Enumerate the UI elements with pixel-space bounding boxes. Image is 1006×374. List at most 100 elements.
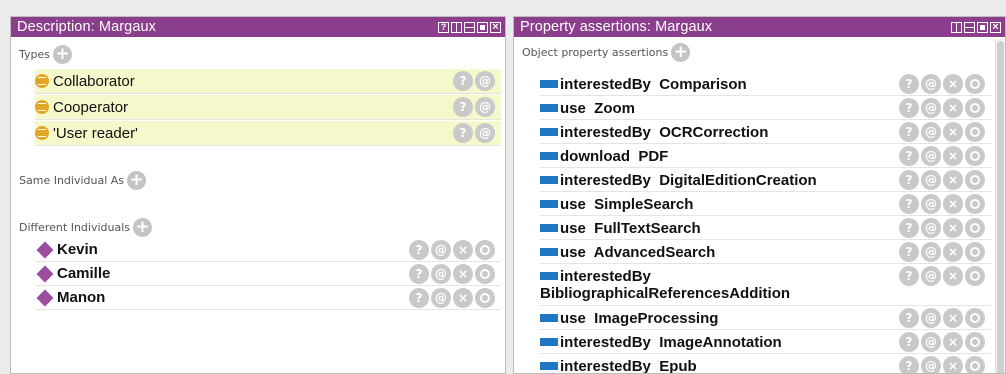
annotate-button[interactable]: @ [921, 356, 941, 373]
scrollbar-thumb[interactable] [997, 41, 1004, 373]
property-assertion-row[interactable]: download PDF? @ × [540, 144, 991, 168]
help-button[interactable]: ? [899, 98, 919, 118]
delete-button[interactable]: × [453, 264, 473, 284]
assertion-label: interestedBy Epub [560, 358, 697, 374]
help-button[interactable]: ? [409, 288, 429, 308]
individual-row[interactable]: Manon ? @ × [35, 286, 501, 310]
property-assertion-row[interactable]: interestedBy Epub? @ × [540, 354, 991, 374]
delete-button[interactable]: × [943, 170, 963, 190]
delete-button[interactable]: × [453, 288, 473, 308]
edit-button[interactable] [965, 266, 985, 286]
help-button[interactable]: ? [899, 356, 919, 373]
edit-button[interactable] [965, 332, 985, 352]
help-button[interactable]: ? [899, 74, 919, 94]
edit-button[interactable] [965, 98, 985, 118]
annotate-button[interactable]: @ [921, 122, 941, 142]
property-assertion-row[interactable]: interestedBy ImageAnnotation? @ × [540, 330, 991, 354]
help-button[interactable]: ? [453, 123, 473, 143]
help-button[interactable]: ? [409, 240, 429, 260]
edit-button[interactable] [475, 288, 495, 308]
delete-button[interactable]: × [453, 240, 473, 260]
property-assertion-row[interactable]: use AdvancedSearch? @ × [540, 240, 991, 264]
close-icon[interactable] [490, 21, 501, 33]
annotate-button[interactable]: @ [921, 308, 941, 328]
help-button[interactable]: ? [453, 97, 473, 117]
annotate-button[interactable]: @ [921, 74, 941, 94]
minimize-icon[interactable] [464, 21, 475, 33]
delete-button[interactable]: × [943, 146, 963, 166]
annotate-button[interactable]: @ [921, 266, 941, 286]
type-row[interactable]: Collaborator ? @ [35, 69, 501, 94]
add-same-individual-button[interactable]: + [127, 170, 147, 190]
edit-button[interactable] [965, 146, 985, 166]
maximize-icon[interactable] [977, 21, 988, 33]
edit-button[interactable] [965, 74, 985, 94]
property-assertion-row[interactable]: use FullTextSearch? @ × [540, 216, 991, 240]
annotate-button[interactable]: @ [475, 97, 495, 117]
property-assertion-row[interactable]: use Zoom? @ × [540, 96, 991, 120]
delete-button[interactable]: × [943, 74, 963, 94]
add-type-button[interactable]: + [53, 44, 72, 64]
property-assertion-row[interactable]: use SimpleSearch? @ × [540, 192, 991, 216]
help-button[interactable]: ? [899, 194, 919, 214]
help-button[interactable]: ? [453, 71, 473, 91]
individual-row[interactable]: Camille ? @ × [35, 262, 501, 286]
add-different-individual-button[interactable]: + [133, 217, 153, 237]
split-view-icon[interactable] [451, 21, 462, 33]
help-button[interactable]: ? [899, 146, 919, 166]
annotate-button[interactable]: @ [475, 123, 495, 143]
property-assertion-row[interactable]: interestedBy BibliographicalReferencesAdd… [540, 264, 991, 306]
edit-button[interactable] [965, 170, 985, 190]
edit-button[interactable] [965, 122, 985, 142]
annotate-button[interactable]: @ [921, 194, 941, 214]
edit-button[interactable] [965, 356, 985, 373]
help-button[interactable]: ? [899, 308, 919, 328]
annotate-button[interactable]: @ [921, 242, 941, 262]
property-assertion-row[interactable]: use ImageProcessing? @ × [540, 306, 991, 330]
delete-button[interactable]: × [943, 122, 963, 142]
vertical-scrollbar[interactable] [995, 39, 1005, 373]
annotate-button[interactable]: @ [431, 240, 451, 260]
help-button[interactable]: ? [899, 332, 919, 352]
close-icon[interactable] [990, 21, 1001, 33]
delete-button[interactable]: × [943, 308, 963, 328]
help-button[interactable]: ? [899, 122, 919, 142]
annotate-button[interactable]: @ [921, 332, 941, 352]
edit-button[interactable] [475, 240, 495, 260]
annotate-button[interactable]: @ [921, 170, 941, 190]
edit-button[interactable] [965, 218, 985, 238]
property-assertion-row[interactable]: interestedBy Comparison? @ × [540, 72, 991, 96]
delete-button[interactable]: × [943, 332, 963, 352]
help-button[interactable]: ? [899, 218, 919, 238]
help-icon[interactable] [438, 21, 449, 33]
annotate-button[interactable]: @ [431, 288, 451, 308]
type-row[interactable]: 'User reader' ? @ [35, 121, 501, 146]
annotate-button[interactable]: @ [475, 71, 495, 91]
delete-button[interactable]: × [943, 218, 963, 238]
type-row[interactable]: Cooperator ? @ [35, 95, 501, 120]
property-assertion-row[interactable]: interestedBy OCRCorrection? @ × [540, 120, 991, 144]
edit-button[interactable] [965, 242, 985, 262]
delete-button[interactable]: × [943, 98, 963, 118]
delete-button[interactable]: × [943, 356, 963, 373]
help-button[interactable]: ? [899, 266, 919, 286]
delete-button[interactable]: × [943, 266, 963, 286]
edit-button[interactable] [475, 264, 495, 284]
help-button[interactable]: ? [899, 242, 919, 262]
edit-button[interactable] [965, 194, 985, 214]
annotate-button[interactable]: @ [921, 98, 941, 118]
delete-button[interactable]: × [943, 242, 963, 262]
add-object-property-button[interactable]: + [671, 42, 691, 62]
annotate-button[interactable]: @ [921, 146, 941, 166]
property-assertion-row[interactable]: interestedBy DigitalEditionCreation? @ × [540, 168, 991, 192]
annotate-button[interactable]: @ [431, 264, 451, 284]
help-button[interactable]: ? [899, 170, 919, 190]
split-view-icon[interactable] [951, 21, 962, 33]
individual-row[interactable]: Kevin ? @ × [35, 238, 501, 262]
edit-button[interactable] [965, 308, 985, 328]
help-button[interactable]: ? [409, 264, 429, 284]
delete-button[interactable]: × [943, 194, 963, 214]
maximize-icon[interactable] [477, 21, 488, 33]
annotate-button[interactable]: @ [921, 218, 941, 238]
minimize-icon[interactable] [964, 21, 975, 33]
